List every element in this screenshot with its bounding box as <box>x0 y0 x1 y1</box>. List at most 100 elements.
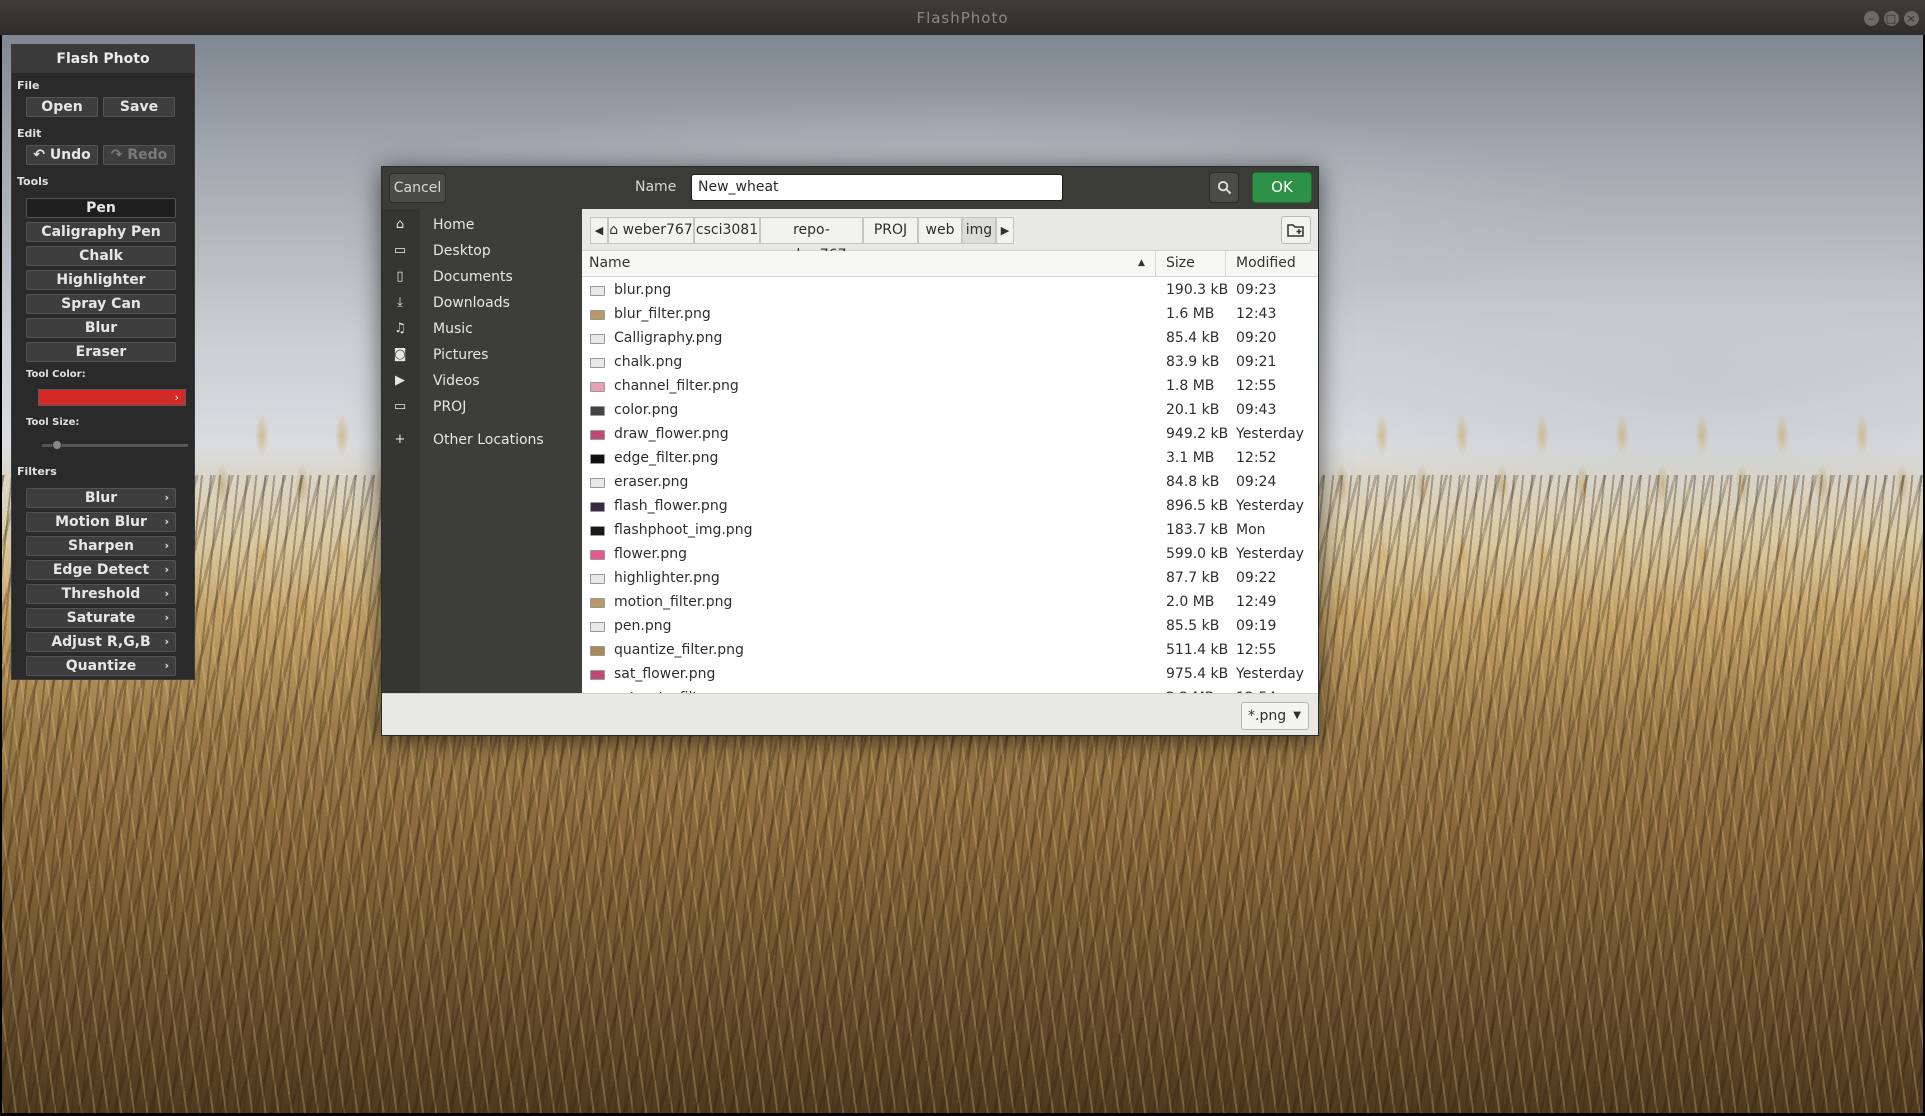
file-row[interactable]: blur_filter.png 1.6 MB 12:43 <box>582 302 1318 326</box>
file-row[interactable]: draw_flower.png 949.2 kB Yesterday <box>582 422 1318 446</box>
filter-button-adjust-r-g-b[interactable]: Adjust R,G,B › <box>26 632 176 652</box>
breadcrumb-repo-weber767[interactable]: repo-weber767 <box>760 217 863 263</box>
home-icon: ⌂ <box>395 217 405 232</box>
place-documents[interactable]: ▯ Documents <box>382 265 582 289</box>
path-forward-button[interactable]: ▶ <box>996 217 1014 244</box>
breadcrumb-csci3081[interactable]: csci3081 <box>694 217 760 244</box>
minimize-icon[interactable]: – <box>1864 11 1879 26</box>
file-row[interactable]: flashphoot_img.png 183.7 kB Mon <box>582 518 1318 542</box>
breadcrumb-weber767[interactable]: ⌂ weber767 <box>608 217 694 244</box>
filter-label: Sharpen <box>68 538 134 554</box>
path-back-button[interactable]: ◀ <box>590 217 608 244</box>
breadcrumb-web[interactable]: web <box>918 217 962 244</box>
filter-button-sharpen[interactable]: Sharpen › <box>26 536 176 556</box>
filter-button-motion-blur[interactable]: Motion Blur › <box>26 512 176 532</box>
folder-icon: ▭ <box>393 399 407 414</box>
tool-size-slider[interactable] <box>42 444 188 447</box>
open-button[interactable]: Open <box>26 97 98 117</box>
tool-button-pen[interactable]: Pen <box>26 198 176 218</box>
place-music[interactable]: ♫ Music <box>382 317 582 341</box>
place-home[interactable]: ⌂ Home <box>382 213 582 237</box>
file-row[interactable]: highlighter.png 87.7 kB 09:22 <box>582 566 1318 590</box>
name-column-header[interactable]: Name <box>589 255 630 271</box>
tool-button-chalk[interactable]: Chalk <box>26 246 176 266</box>
file-row[interactable]: channel_filter.png 1.8 MB 12:55 <box>582 374 1318 398</box>
chevron-right-icon: › <box>164 587 169 600</box>
filter-button-saturate[interactable]: Saturate › <box>26 608 176 628</box>
redo-icon: ↷ <box>110 147 123 163</box>
tool-button-highlighter[interactable]: Highlighter <box>26 270 176 290</box>
file-row[interactable]: flower.png 599.0 kB Yesterday <box>582 542 1318 566</box>
place-proj[interactable]: ▭ PROJ <box>382 395 582 419</box>
filter-label: Edge Detect <box>52 562 150 578</box>
file-name: blur_filter.png <box>614 306 711 322</box>
cancel-button[interactable]: Cancel <box>389 173 446 203</box>
search-button[interactable] <box>1209 172 1239 203</box>
tool-size-label: Tool Size: <box>26 417 80 428</box>
file-name: flashphoot_img.png <box>614 522 753 538</box>
maximize-icon[interactable]: □ <box>1884 11 1899 26</box>
file-row[interactable]: motion_filter.png 2.0 MB 12:49 <box>582 590 1318 614</box>
place-pictures[interactable]: ◙ Pictures <box>382 343 582 367</box>
ok-button[interactable]: OK <box>1252 172 1312 203</box>
file-type-filter[interactable]: *.png ▼ <box>1241 702 1309 730</box>
file-row[interactable]: color.png 20.1 kB 09:43 <box>582 398 1318 422</box>
redo-button[interactable]: ↷ Redo <box>103 145 175 165</box>
place-desktop[interactable]: ▭ Desktop <box>382 239 582 263</box>
breadcrumb-img[interactable]: img <box>962 217 996 244</box>
file-name: draw_flower.png <box>614 426 729 442</box>
file-row[interactable]: chalk.png 83.9 kB 09:21 <box>582 350 1318 374</box>
undo-label: Undo <box>49 147 91 163</box>
place-downloads[interactable]: ⤓ Downloads <box>382 291 582 315</box>
tool-button-blur[interactable]: Blur <box>26 318 176 338</box>
close-icon[interactable]: × <box>1904 11 1919 26</box>
tool-button-caligraphy-pen[interactable]: Caligraphy Pen <box>26 222 176 242</box>
file-section-label: File <box>17 79 40 92</box>
file-modified: 09:43 <box>1236 402 1277 418</box>
filter-button-edge-detect[interactable]: Edge Detect › <box>26 560 176 580</box>
tool-size-handle[interactable] <box>51 440 62 450</box>
size-column-header[interactable]: Size <box>1166 255 1195 271</box>
filter-button-threshold[interactable]: Threshold › <box>26 584 176 604</box>
image-file-icon <box>590 622 605 632</box>
file-row[interactable]: saturate_filter.png 2.2 MB 12:54 <box>582 686 1318 693</box>
file-row[interactable]: flash_flower.png 896.5 kB Yesterday <box>582 494 1318 518</box>
file-row[interactable]: pen.png 85.5 kB 09:19 <box>582 614 1318 638</box>
file-modified: Mon <box>1236 522 1266 538</box>
chevron-right-icon: › <box>164 611 169 624</box>
file-row[interactable]: blur.png 190.3 kB 09:23 <box>582 278 1318 302</box>
undo-button[interactable]: ↶ Undo <box>26 145 98 165</box>
file-row[interactable]: sat_flower.png 975.4 kB Yesterday <box>582 662 1318 686</box>
tool-button-spray-can[interactable]: Spray Can <box>26 294 176 314</box>
image-file-icon <box>590 382 605 392</box>
filter-button-blur[interactable]: Blur › <box>26 488 176 508</box>
file-name: flash_flower.png <box>614 498 728 514</box>
file-row[interactable]: eraser.png 84.8 kB 09:24 <box>582 470 1318 494</box>
save-button[interactable]: Save <box>103 97 175 117</box>
file-name: color.png <box>614 402 679 418</box>
filter-label: Quantize <box>65 658 137 674</box>
place-other-locations[interactable]: + Other Locations <box>382 428 582 452</box>
new-folder-button[interactable] <box>1281 216 1311 244</box>
filter-button-quantize[interactable]: Quantize › <box>26 656 176 676</box>
file-size: 511.4 kB <box>1166 642 1229 658</box>
name-label: Name <box>635 179 677 195</box>
tools-section-label: Tools <box>17 175 49 188</box>
file-size: 949.2 kB <box>1166 426 1229 442</box>
image-file-icon <box>590 430 605 440</box>
new-folder-icon <box>1287 224 1304 237</box>
place-label: Videos <box>433 373 480 389</box>
file-modified: Yesterday <box>1236 546 1304 562</box>
file-size: 83.9 kB <box>1166 354 1220 370</box>
file-row[interactable]: edge_filter.png 3.1 MB 12:52 <box>582 446 1318 470</box>
undo-icon: ↶ <box>33 147 45 163</box>
file-row[interactable]: Calligraphy.png 85.4 kB 09:20 <box>582 326 1318 350</box>
modified-column-header[interactable]: Modified <box>1236 255 1296 271</box>
file-row[interactable]: quantize_filter.png 511.4 kB 12:55 <box>582 638 1318 662</box>
tool-button-eraser[interactable]: Eraser <box>26 342 176 362</box>
place-videos[interactable]: ▶ Videos <box>382 369 582 393</box>
file-size: 896.5 kB <box>1166 498 1229 514</box>
breadcrumb-proj[interactable]: PROJ <box>863 217 918 244</box>
tool-color-swatch[interactable]: › <box>38 389 186 406</box>
filename-input[interactable]: New_wheat <box>691 174 1063 201</box>
